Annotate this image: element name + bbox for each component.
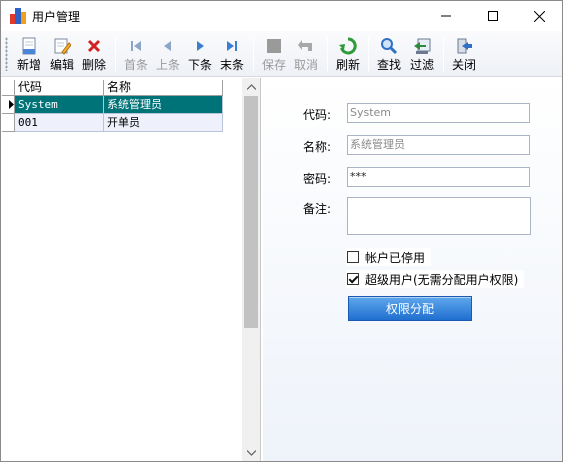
last-record-button[interactable]: 末条	[217, 33, 247, 75]
cell-name[interactable]: 开单员	[104, 114, 223, 132]
delete-x-icon	[85, 37, 103, 55]
password-label: 密码:	[302, 172, 331, 186]
cell-name[interactable]: 系统管理员	[104, 96, 223, 114]
toolbar-separator	[327, 37, 328, 71]
permission-assign-button[interactable]: 权限分配	[348, 296, 472, 321]
title-bar: 用户管理	[1, 1, 562, 31]
account-disabled-checkbox[interactable]	[347, 251, 359, 263]
next-record-icon	[191, 37, 209, 55]
first-record-icon	[127, 37, 145, 55]
save-button[interactable]: 保存	[259, 33, 289, 75]
vertical-scrollbar[interactable]	[242, 78, 260, 461]
magnifier-icon	[380, 37, 398, 55]
maximize-icon	[488, 11, 498, 21]
first-record-button[interactable]: 首条	[121, 33, 151, 75]
scroll-thumb[interactable]	[244, 96, 258, 328]
find-label: 查找	[376, 58, 401, 72]
previous-record-button[interactable]: 上条	[153, 33, 183, 75]
refresh-label: 刷新	[335, 58, 360, 72]
password-field[interactable]: ***	[347, 167, 530, 187]
refresh-icon	[339, 37, 357, 55]
previous-record-label: 上条	[155, 58, 180, 72]
toolbar-grip[interactable]	[5, 37, 8, 71]
save-icon	[265, 37, 283, 55]
new-label: 新增	[16, 58, 41, 72]
user-grid[interactable]: 代码 名称 System 系统管理员 001 开单员	[2, 78, 261, 461]
last-record-label: 末条	[219, 58, 244, 72]
grid-header: 代码 名称	[2, 80, 223, 96]
cancel-button[interactable]: 取消	[291, 33, 321, 75]
name-field[interactable]: 系统管理员	[347, 135, 530, 155]
cell-code[interactable]: 001	[15, 114, 104, 132]
edit-button[interactable]: 编辑	[47, 33, 77, 75]
cell-code[interactable]: System	[15, 96, 104, 114]
new-document-icon	[20, 37, 38, 55]
table-row[interactable]: 001 开单员	[2, 114, 223, 132]
next-record-button[interactable]: 下条	[185, 33, 215, 75]
close-icon	[533, 10, 545, 22]
code-label: 代码:	[302, 108, 331, 122]
name-label: 名称:	[302, 140, 331, 154]
row-indicator	[2, 96, 15, 114]
minimize-button[interactable]	[423, 1, 469, 31]
current-row-arrow-icon	[9, 100, 14, 109]
table-row[interactable]: System 系统管理员	[2, 96, 223, 114]
window-title: 用户管理	[32, 10, 81, 24]
next-record-label: 下条	[187, 58, 212, 72]
exit-door-icon	[455, 37, 473, 55]
first-record-label: 首条	[123, 58, 148, 72]
code-field[interactable]: System	[347, 103, 530, 123]
minimize-icon	[441, 15, 451, 17]
superuser-checkbox[interactable]	[347, 273, 359, 285]
edit-label: 编辑	[49, 58, 74, 72]
toolbar: 新增 编辑 删除 首条 上条 下条 末条 保存 取消 刷新 查找 过滤 关闭	[1, 31, 562, 77]
filter-label: 过滤	[409, 58, 434, 72]
superuser-label: 超级用户(无需分配用户权限)	[365, 272, 519, 287]
toolbar-separator	[115, 37, 116, 71]
delete-button[interactable]: 删除	[79, 33, 109, 75]
filter-button[interactable]: 过滤	[407, 33, 437, 75]
scroll-down-button[interactable]	[242, 444, 260, 461]
undo-icon	[297, 37, 315, 55]
grid-corner	[2, 80, 15, 96]
edit-icon	[53, 37, 72, 55]
refresh-button[interactable]: 刷新	[333, 33, 363, 75]
close-window-button[interactable]	[516, 1, 562, 31]
chevron-down-icon	[246, 449, 256, 456]
account-disabled-label: 帐户已停用	[365, 250, 426, 265]
delete-label: 删除	[81, 58, 106, 72]
cancel-label: 取消	[293, 58, 318, 72]
app-icon	[10, 8, 26, 24]
filter-icon	[413, 37, 431, 55]
previous-record-icon	[159, 37, 177, 55]
close-label: 关闭	[451, 58, 476, 72]
column-header-code[interactable]: 代码	[15, 80, 104, 96]
save-label: 保存	[261, 58, 286, 72]
row-indicator	[2, 114, 15, 132]
find-button[interactable]: 查找	[374, 33, 404, 75]
account-disabled-checkbox-row[interactable]: 帐户已停用	[346, 248, 432, 266]
close-button[interactable]: 关闭	[449, 33, 479, 75]
toolbar-separator	[368, 37, 369, 71]
superuser-checkbox-row[interactable]: 超级用户(无需分配用户权限)	[346, 270, 525, 288]
toolbar-separator	[443, 37, 444, 71]
maximize-button[interactable]	[470, 1, 516, 31]
remark-label: 备注:	[302, 202, 331, 216]
user-detail-form: 代码: System 名称: 系统管理员 密码: *** 备注: 帐户已停用 超…	[263, 78, 562, 461]
last-record-icon	[223, 37, 241, 55]
new-button[interactable]: 新增	[14, 33, 44, 75]
remark-textarea[interactable]	[347, 197, 531, 235]
chevron-up-icon	[246, 83, 256, 90]
column-header-name[interactable]: 名称	[104, 80, 223, 96]
toolbar-separator	[253, 37, 254, 71]
user-management-window: 用户管理 新增 编辑 删除 首条 上条 下条 末条 保存 取消 刷新 查找 过滤…	[0, 0, 563, 462]
scroll-up-button[interactable]	[242, 78, 260, 95]
